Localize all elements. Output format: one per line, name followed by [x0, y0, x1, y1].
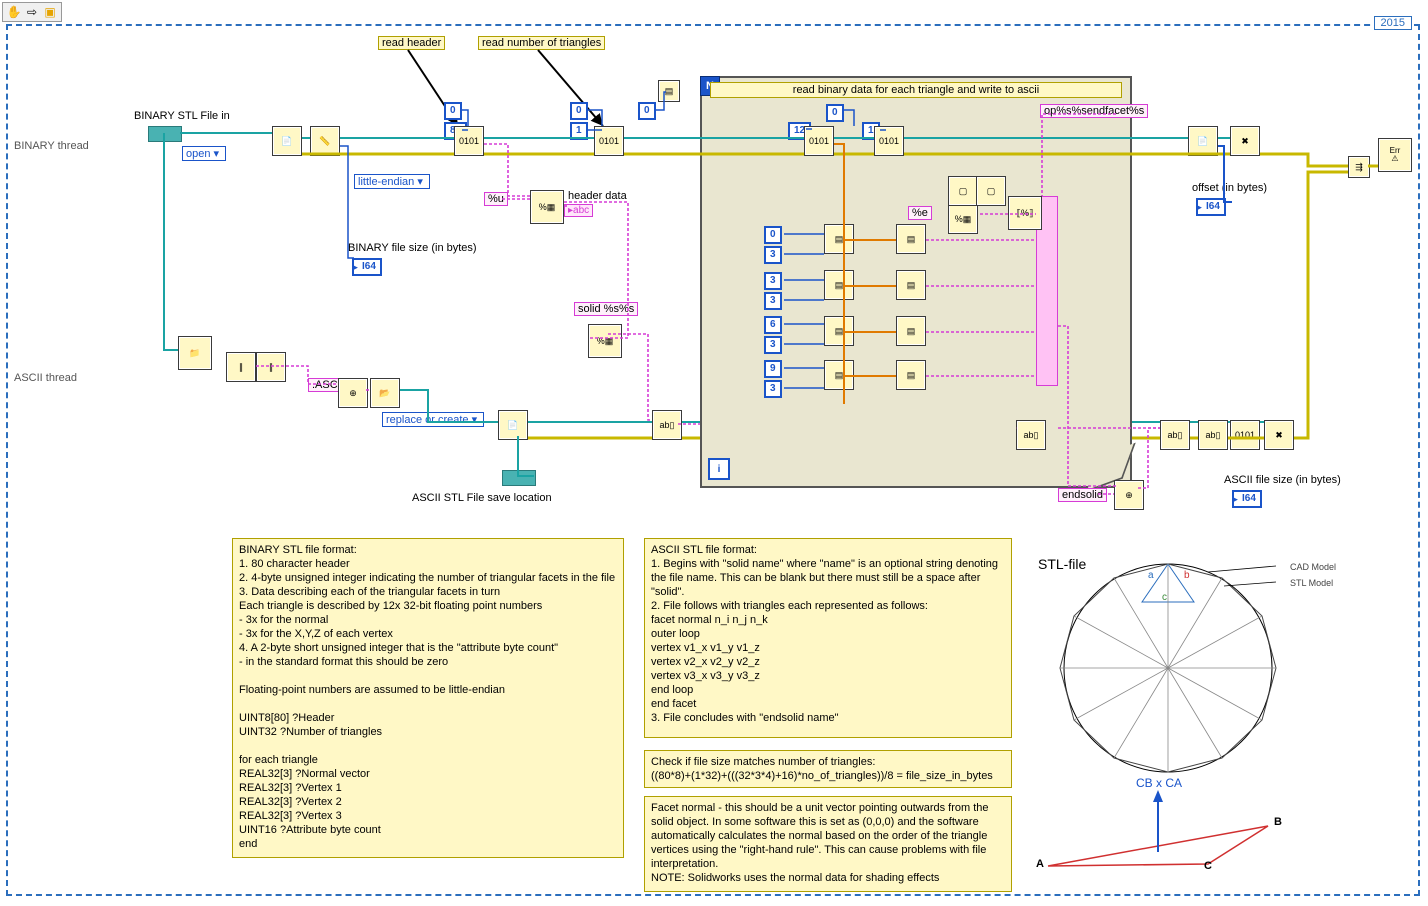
- index-array-2[interactable]: ▤: [896, 270, 926, 300]
- cad-caption: CAD Model: [1290, 562, 1336, 572]
- format-u: %u: [484, 192, 508, 206]
- bool-neg-1[interactable]: ▢: [948, 176, 978, 206]
- label-read-header: read header: [378, 36, 445, 50]
- string-split-2[interactable]: ∥: [256, 352, 286, 382]
- merge-errors[interactable]: ⇶: [1348, 156, 1370, 178]
- for-loop-title: read binary data for each triangle and w…: [710, 82, 1122, 98]
- const-6: 6: [764, 316, 782, 334]
- label-binary-file-in: BINARY STL File in: [134, 110, 230, 122]
- label-ascii-thread: ASCII thread: [14, 372, 77, 384]
- vertex-c-label: c: [1162, 592, 1167, 603]
- format-into-string-big[interactable]: ⟦%⟧: [1008, 196, 1042, 230]
- read-header-node[interactable]: 0101: [454, 126, 484, 156]
- normal-formula: CB x CA: [1136, 776, 1182, 790]
- open-ascii-file[interactable]: 📄: [498, 410, 528, 440]
- scan-from-string-node[interactable]: %▦: [530, 190, 564, 224]
- vi-frame: 2015 read header read number of triangle…: [6, 24, 1420, 896]
- write-text-loop[interactable]: ab▯: [1016, 420, 1046, 450]
- bool-neg-2[interactable]: ▢: [976, 176, 1006, 206]
- fmt-into-string-1[interactable]: %▦: [948, 204, 978, 234]
- tri-c: C: [1204, 860, 1212, 872]
- ascii-file-size-node[interactable]: 0101: [1230, 420, 1260, 450]
- array-subset-1[interactable]: ▤: [824, 224, 854, 254]
- offset-indicator: I64: [1196, 198, 1226, 216]
- concat-endsolid[interactable]: ⊕: [1114, 480, 1144, 510]
- vertex-b-label: b: [1184, 570, 1190, 581]
- doc-ascii-format: ASCII STL file format: 1. Begins with "s…: [644, 538, 1012, 738]
- const-3-b: 3: [764, 272, 782, 290]
- ascii-save-path-terminal[interactable]: [502, 470, 536, 486]
- binary-file-path-terminal[interactable]: [148, 126, 182, 142]
- open-mode-ring[interactable]: open: [182, 146, 226, 161]
- hand-tool-icon[interactable]: ✋: [7, 5, 21, 19]
- endfacet-format: op%s%sendfacet%s: [1040, 104, 1148, 118]
- const-3-d: 3: [764, 336, 782, 354]
- path-strip-node[interactable]: 📁: [178, 336, 212, 370]
- close-ascii-node[interactable]: ✖: [1264, 420, 1294, 450]
- const-0-d: 0: [826, 104, 844, 122]
- const-3-c: 3: [764, 292, 782, 310]
- arrow-tool-icon[interactable]: ⇨: [25, 5, 39, 19]
- string-split-1[interactable]: ∥: [226, 352, 256, 382]
- lv-toolbar[interactable]: ✋ ⇨ ▣: [2, 2, 62, 22]
- tri-b: B: [1274, 816, 1282, 828]
- format-e: %e: [908, 206, 932, 220]
- const-0-a: 0: [444, 102, 462, 120]
- get-offset-node[interactable]: 📄: [1188, 126, 1218, 156]
- stl-title: STL-file: [1038, 556, 1086, 572]
- const-0-c: 0: [638, 102, 656, 120]
- array-subset-4[interactable]: ▤: [824, 360, 854, 390]
- label-binary-thread: BINARY thread: [14, 140, 89, 152]
- const-3-a: 3: [764, 246, 782, 264]
- port-tool-icon[interactable]: ▣: [43, 5, 57, 19]
- read-file-12floats[interactable]: 0101: [804, 126, 834, 156]
- file-size-node[interactable]: 📏: [310, 126, 340, 156]
- label-binary-size: BINARY file size (in bytes): [348, 242, 477, 254]
- for-loop-i: i: [708, 458, 730, 480]
- vertex-a-label: a: [1148, 570, 1154, 581]
- doc-binary-format: BINARY STL file format: 1. 80 character …: [232, 538, 624, 858]
- const-0-e: 0: [764, 226, 782, 244]
- label-offset: offset (in bytes): [1192, 182, 1267, 194]
- read-numtri-node[interactable]: 0101: [594, 126, 624, 156]
- ascii-size-indicator: I64: [1232, 490, 1262, 508]
- const-3-e: 3: [764, 380, 782, 398]
- header-data-indicator: ▸abc: [564, 204, 593, 217]
- solid-format: solid %s%s: [574, 302, 638, 316]
- array-subset-2[interactable]: ▤: [824, 270, 854, 300]
- write-endsolid[interactable]: ab▯: [1160, 420, 1190, 450]
- doc-facet-normal: Facet normal - this should be a unit vec…: [644, 796, 1012, 892]
- build-path[interactable]: 📂: [370, 378, 400, 408]
- concat-ascii-name[interactable]: ⊕: [338, 378, 368, 408]
- tri-a: A: [1036, 858, 1044, 870]
- stl-caption: STL Model: [1290, 578, 1333, 588]
- file-mode-ring[interactable]: replace or create: [382, 412, 484, 427]
- labview-year-tag: 2015: [1374, 16, 1412, 30]
- index-array-4[interactable]: ▤: [896, 360, 926, 390]
- endian-ring[interactable]: little-endian: [354, 174, 430, 189]
- label-header-data: header data: [568, 190, 627, 202]
- label-ascii-size: ASCII file size (in bytes): [1224, 474, 1341, 486]
- build-array-node[interactable]: ▤: [658, 80, 680, 102]
- format-solid-string[interactable]: %▦: [588, 324, 622, 358]
- close-binary-node[interactable]: ✖: [1230, 126, 1260, 156]
- label-ascii-save: ASCII STL File save location: [412, 492, 552, 504]
- error-handler[interactable]: Err⚠: [1378, 138, 1412, 172]
- write-solid-text[interactable]: ab▯: [652, 410, 682, 440]
- const-0-b: 0: [570, 102, 588, 120]
- index-array-1[interactable]: ▤: [896, 224, 926, 254]
- index-array-3[interactable]: ▤: [896, 316, 926, 346]
- doc-check-size: Check if file size matches number of tri…: [644, 750, 1012, 788]
- array-subset-3[interactable]: ▤: [824, 316, 854, 346]
- read-attr-bytes[interactable]: 0101: [874, 126, 904, 156]
- label-read-num-tri: read number of triangles: [478, 36, 605, 50]
- write-endsolid-2[interactable]: ab▯: [1198, 420, 1228, 450]
- open-file-node[interactable]: 📄: [272, 126, 302, 156]
- const-1: 1: [570, 122, 588, 140]
- endsolid-const: endsolid: [1058, 488, 1107, 502]
- const-9: 9: [764, 360, 782, 378]
- binary-size-indicator: I64: [352, 258, 382, 276]
